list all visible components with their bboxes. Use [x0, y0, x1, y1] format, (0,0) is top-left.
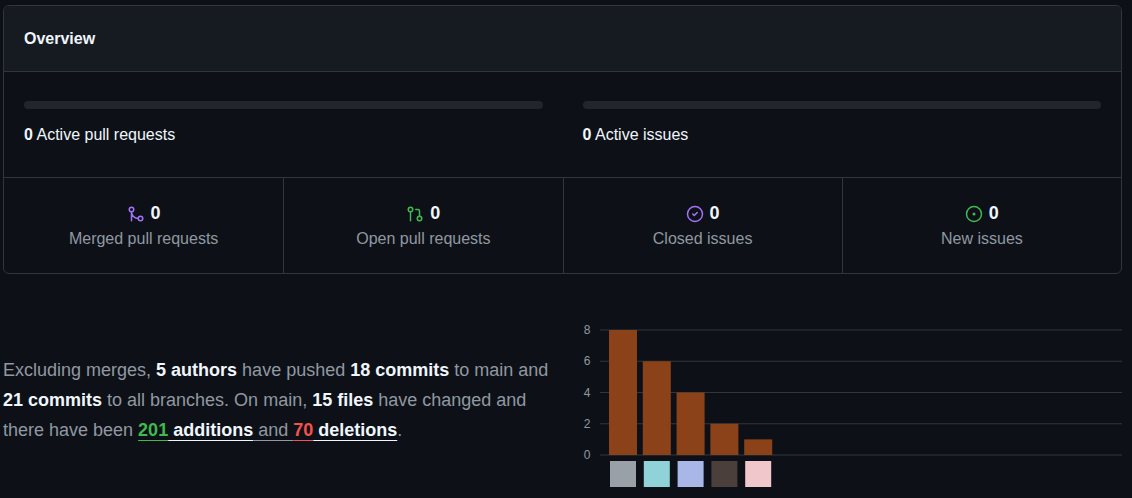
stat-count: 0 — [430, 203, 440, 224]
author-avatar[interactable] — [610, 461, 636, 487]
pulse-page: Overview 0 Active pull requests 0 Active i… — [0, 0, 1132, 498]
stat-count: 0 — [710, 203, 720, 224]
commits-chart: 8 6 4 2 0 — [577, 318, 1122, 493]
author-avatar[interactable] — [678, 461, 704, 487]
axis-tick: 2 — [584, 417, 591, 431]
commit-bar[interactable] — [677, 393, 705, 456]
author-avatar[interactable] — [745, 461, 771, 487]
stat-count: 0 — [151, 203, 161, 224]
summary-link[interactable]: deletions — [313, 420, 397, 440]
stat-label: Merged pull requests — [69, 230, 218, 248]
stat-count: 0 — [989, 203, 999, 224]
summary-text: . — [397, 420, 402, 440]
author-avatar[interactable] — [644, 461, 670, 487]
stat-label: New issues — [941, 230, 1023, 248]
activity-label[interactable]: 0 Active pull requests — [24, 125, 543, 145]
pull-request-icon — [406, 205, 424, 223]
commit-bar[interactable] — [609, 330, 637, 455]
summary-text: to main and — [449, 360, 548, 380]
summary-text: 18 commits — [350, 360, 449, 380]
summary-link[interactable]: additions — [168, 420, 253, 440]
axis-tick: 0 — [584, 448, 591, 462]
stats-row: 0 Merged pull requests 0 Open pull requests… — [4, 177, 1121, 273]
summary-link[interactable]: and — [253, 420, 293, 440]
summary-link[interactable]: 70 — [293, 420, 313, 440]
stat-card[interactable]: 0 Open pull requests — [283, 178, 562, 273]
commit-bar[interactable] — [643, 361, 671, 455]
commit-bar[interactable] — [710, 424, 738, 455]
summary-link[interactable]: 201 — [138, 420, 168, 440]
activity-bar — [24, 101, 543, 109]
stat-label: Closed issues — [653, 230, 753, 248]
summary-text: have pushed — [237, 360, 350, 380]
closed-issue-icon — [686, 205, 704, 223]
open-issue-icon — [965, 205, 983, 223]
commit-bar[interactable] — [744, 439, 772, 455]
grid-line — [600, 330, 1122, 331]
stat-label: Open pull requests — [356, 230, 490, 248]
activity-item: 0 Active pull requests — [24, 101, 543, 145]
summary-text: to all branches. On main, — [102, 390, 312, 410]
axis-tick: 6 — [584, 354, 591, 368]
overview-header: Overview — [4, 6, 1121, 72]
summary-text: 21 commits — [3, 390, 102, 410]
activity-item: 0 Active issues — [583, 101, 1102, 145]
activity-row: 0 Active pull requests 0 Active issues — [4, 72, 1121, 177]
axis-tick: 4 — [584, 386, 591, 400]
author-avatar[interactable] — [711, 461, 737, 487]
summary-text: 15 files — [312, 390, 373, 410]
activity-bar — [583, 101, 1102, 109]
grid-line — [600, 361, 1122, 362]
commit-summary-section: Excluding merges, 5 authors have pushed … — [3, 274, 1122, 493]
merge-icon — [127, 205, 145, 223]
stat-card[interactable]: 0 Merged pull requests — [4, 178, 283, 273]
stat-card[interactable]: 0 New issues — [842, 178, 1121, 273]
summary-text: 5 authors — [156, 360, 237, 380]
summary-text: Excluding merges, — [3, 360, 156, 380]
axis-tick: 8 — [584, 323, 591, 337]
overview-panel: Overview 0 Active pull requests 0 Active i… — [3, 5, 1122, 274]
commit-summary: Excluding merges, 5 authors have pushed … — [3, 274, 568, 493]
activity-label[interactable]: 0 Active issues — [583, 125, 1102, 145]
stat-card[interactable]: 0 Closed issues — [563, 178, 842, 273]
